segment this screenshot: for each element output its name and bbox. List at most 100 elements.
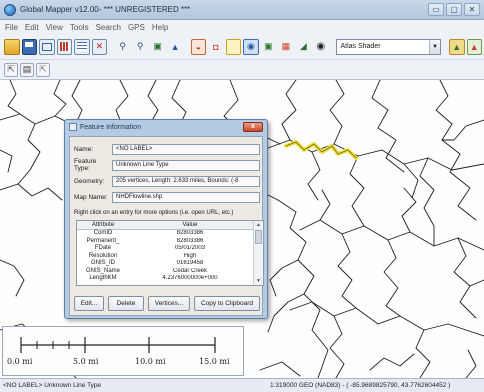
delete-button[interactable]: Delete — [108, 296, 144, 311]
maximize-button[interactable]: ▢ — [446, 3, 462, 16]
table-row[interactable]: LengthKM 4.2376000000e+000 — [77, 275, 263, 283]
dialog-close-button[interactable]: x — [243, 122, 263, 132]
edit-button[interactable]: Edit... — [74, 296, 104, 311]
attribute-table[interactable]: Attribute Value ComID 82803386 Permanent… — [76, 220, 264, 286]
status-coordinates: 1:319000 GEO (NAD83) - ( -85.9689825790,… — [270, 382, 451, 389]
secondary-toolbar: ⇱ ▤ ⇱ — [0, 60, 484, 80]
zoom-out-icon[interactable]: ⚲ — [132, 39, 147, 55]
select-tool-icon[interactable]: ⇱ — [4, 62, 18, 77]
value-cell: 82803386 — [176, 237, 204, 244]
scale-label-15: 15.0 mi — [199, 357, 230, 366]
info-tool-icon[interactable]: ◒ — [190, 38, 207, 55]
feature-information-dialog: Feature Information x Name: <NO LABEL> F… — [64, 119, 268, 319]
window-title: Global Mapper v12.00- *** UNREGISTERED *… — [20, 5, 191, 14]
vertices-button[interactable]: Vertices... — [148, 296, 190, 311]
table-row[interactable]: Permanent_ 82803386 — [77, 238, 263, 246]
status-bar: <NO LABEL> Unknown Line Type 1:319000 GE… — [0, 378, 484, 392]
zoom-box-icon[interactable]: ▣ — [150, 39, 165, 55]
zoom-in-icon[interactable]: ⚲ — [115, 39, 130, 55]
pan-icon[interactable]: ▲ — [167, 39, 182, 55]
dialog-window-icon — [69, 123, 77, 131]
app-globe-icon — [4, 3, 16, 16]
feature-type-field[interactable]: Unknown Line Type — [112, 159, 260, 171]
save-icon[interactable] — [21, 38, 38, 55]
edit-shape-icon[interactable]: ◢ — [296, 39, 311, 55]
attribute-table-header: Attribute Value — [77, 221, 263, 230]
field-row-map-name: Map Name: NHDFlowline.shp — [74, 191, 260, 203]
dialog-button-row: Edit... Delete Vertices... Copy to Clipb… — [74, 296, 260, 311]
title-bar: Global Mapper v12.00- *** UNREGISTERED *… — [0, 0, 484, 20]
path-profile-icon[interactable]: ▣ — [261, 39, 276, 55]
menu-edit[interactable]: Edit — [25, 23, 39, 32]
scale-label-10: 10.0 mi — [135, 357, 166, 366]
scroll-down-icon[interactable]: ▼ — [254, 277, 263, 285]
table-row[interactable]: Resolution High — [77, 253, 263, 261]
measure-icon[interactable]: ◘ — [208, 39, 223, 55]
table-icon[interactable] — [74, 38, 90, 55]
table-scrollbar[interactable]: ▲ ▼ — [253, 221, 263, 285]
move-icon[interactable]: ⇱ — [36, 62, 50, 77]
scale-bar-graphic — [20, 337, 216, 353]
value-cell: 01619458 — [176, 260, 204, 266]
scale-bar: 0.0 mi 5.0 mi 10.0 mi 15.0 mi — [2, 326, 244, 376]
table-row[interactable]: ComID 82803386 — [77, 230, 263, 238]
column-header-attribute[interactable]: Attribute — [77, 221, 129, 229]
value-cell: 05/01/2003 — [174, 245, 206, 251]
attribute-cell: FDate — [94, 245, 112, 251]
menu-tools[interactable]: Tools — [70, 23, 89, 32]
minimize-button[interactable]: ▭ — [428, 3, 444, 16]
table-row[interactable]: GNIS_Name Cedar Creek — [77, 268, 263, 276]
attribute-cell: GNIS_ID — [90, 260, 115, 266]
menu-help[interactable]: Help — [152, 23, 168, 32]
field-label: Geometry: — [74, 177, 105, 185]
digitizer-icon[interactable] — [225, 38, 242, 55]
window-controls: ▭ ▢ ✕ — [428, 3, 480, 16]
scale-label-5: 5.0 mi — [73, 357, 99, 366]
attribute-cell: Permanent_ — [86, 237, 120, 244]
attribute-cell: Resolution — [88, 252, 118, 259]
open-data-icon[interactable] — [39, 38, 55, 55]
field-row-geometry: Geometry: 205 vertices, Length: 2.633 mi… — [74, 175, 260, 187]
copy-to-clipboard-button[interactable]: Copy to Clipboard — [194, 296, 260, 311]
value-cell: Cedar Creek — [172, 267, 207, 274]
open-folder-icon[interactable] — [4, 38, 20, 55]
value-cell: High — [183, 252, 197, 259]
menu-bar: File Edit View Tools Search GPS Help — [0, 20, 484, 34]
attribute-icon[interactable]: ▤ — [20, 62, 34, 77]
3d-view-icon[interactable]: ▦ — [278, 39, 293, 55]
dialog-body: Name: <NO LABEL> Feature Type: Unknown L… — [69, 136, 264, 316]
lighting-icon[interactable]: ▲ — [466, 38, 483, 55]
shader-select[interactable]: Atlas Shader ▼ — [336, 38, 441, 55]
value-cell: 4.2376000000e+000 — [162, 275, 218, 281]
menu-search[interactable]: Search — [96, 23, 121, 32]
scale-label-0: 0.0 mi — [7, 357, 33, 366]
close-button[interactable]: ✕ — [464, 3, 480, 16]
column-header-value[interactable]: Value — [129, 221, 251, 229]
config-icon[interactable]: ✕ — [91, 38, 108, 55]
menu-file[interactable]: File — [5, 23, 18, 32]
geometry-field[interactable]: 205 vertices, Length: 2.633 miles, Bound… — [112, 175, 260, 187]
field-row-name: Name: <NO LABEL> — [74, 143, 260, 155]
table-row[interactable]: FDate 05/01/2003 — [77, 245, 263, 253]
status-feature-text: <NO LABEL> Unknown Line Type — [3, 382, 102, 389]
main-toolbar: ✕ ⚲ ⚲ ▣ ▲ ◒ ◘ ◉ ▣ ▦ ◢ ◉ Atlas Shader ▼ ▲… — [0, 34, 484, 60]
table-row[interactable]: GNIS_ID 01619458 — [77, 260, 263, 268]
attribute-cell: ComID — [93, 230, 113, 236]
attribute-cell: LengthKM — [89, 275, 117, 281]
field-row-feature-type: Feature Type: Unknown Line Type — [74, 158, 260, 172]
dialog-title: Feature Information — [80, 123, 142, 131]
menu-view[interactable]: View — [46, 23, 63, 32]
binoculars-icon[interactable]: ◉ — [313, 39, 328, 55]
feature-info-tool-icon[interactable]: ◉ — [243, 38, 259, 55]
dialog-title-bar[interactable]: Feature Information x — [65, 120, 267, 134]
shader-settings-icon[interactable]: ▲ — [448, 38, 465, 55]
layer-grid-icon[interactable] — [56, 38, 73, 55]
map-name-field[interactable]: NHDFlowline.shp — [112, 191, 260, 203]
chevron-down-icon[interactable]: ▼ — [428, 39, 440, 54]
name-field[interactable]: <NO LABEL> — [112, 143, 260, 155]
menu-gps[interactable]: GPS — [128, 23, 145, 32]
value-cell: 82803386 — [176, 230, 204, 236]
scroll-thumb[interactable] — [255, 230, 262, 244]
right-click-hint: Right click on an entry for more options… — [74, 210, 234, 216]
scroll-up-icon[interactable]: ▲ — [254, 221, 263, 229]
